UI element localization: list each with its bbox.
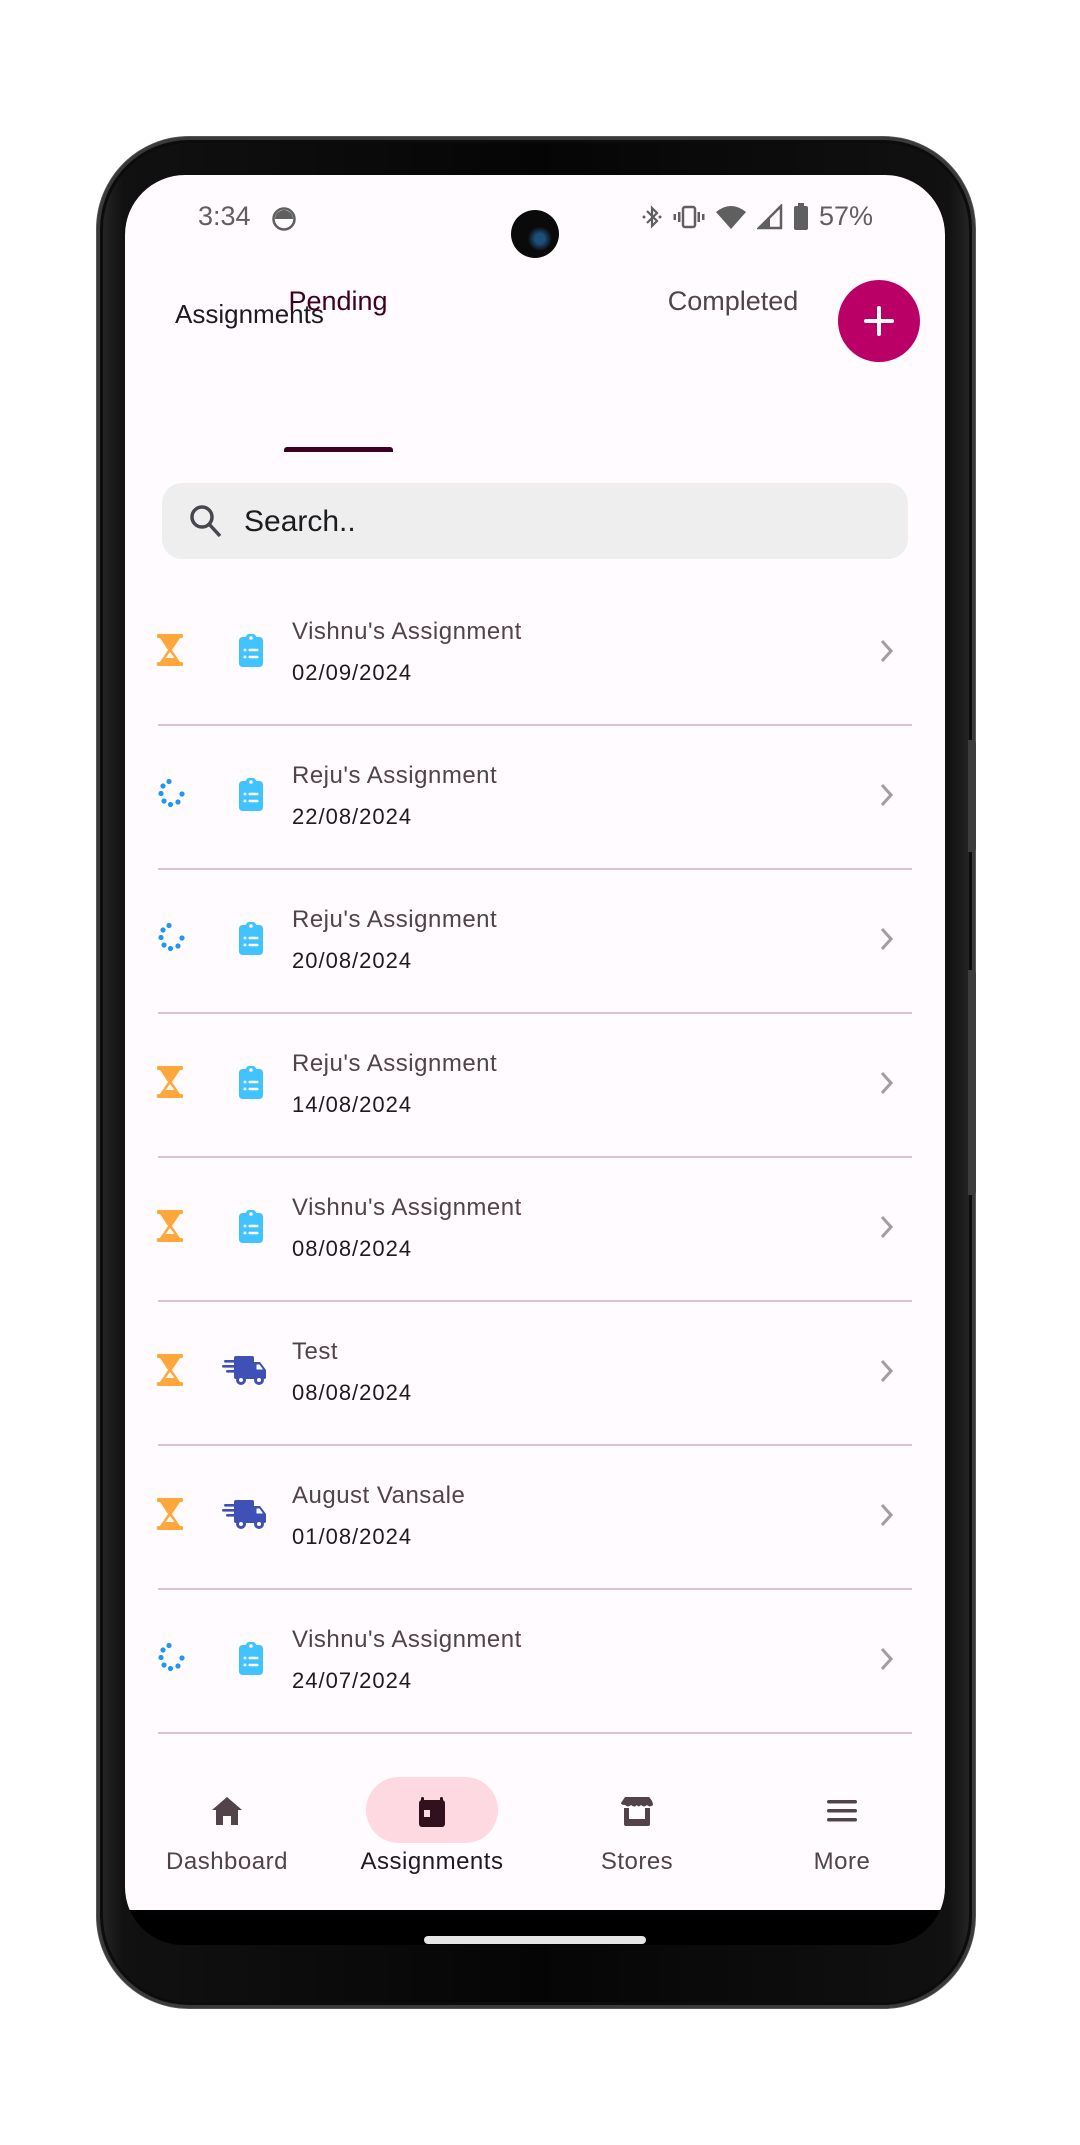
tab-completed[interactable]: Completed bbox=[620, 286, 846, 346]
search-bar[interactable] bbox=[162, 483, 908, 561]
battery-percent: 57% bbox=[818, 201, 873, 231]
delivery-truck-icon bbox=[222, 1352, 268, 1388]
assignment-date: 02/09/2024 bbox=[292, 660, 413, 685]
phone-screen: 3:34 57% Assignments Pending Completed S… bbox=[125, 175, 945, 1945]
clipboard-list-icon bbox=[233, 920, 269, 956]
chevron-right-icon bbox=[880, 1071, 894, 1095]
vibrate-icon bbox=[673, 205, 705, 228]
bluetooth-icon bbox=[642, 204, 662, 229]
assignment-row[interactable]: August Vansale 01/08/2024 bbox=[125, 1446, 945, 1590]
delivery-truck-icon bbox=[222, 1496, 268, 1532]
assignment-date: 20/08/2024 bbox=[292, 948, 413, 973]
status-bar: 3:34 57% bbox=[125, 201, 945, 258]
search-icon bbox=[190, 505, 222, 538]
battery-icon bbox=[793, 202, 808, 230]
tab-completed-label: Completed bbox=[667, 286, 799, 316]
row-divider bbox=[158, 1732, 912, 1734]
assignment-date: 08/08/2024 bbox=[292, 1236, 413, 1261]
hourglass-icon bbox=[155, 1065, 185, 1099]
assignment-title: Reju's Assignment bbox=[292, 762, 498, 789]
bottom-navigation: Dashboard Assignments Stores More bbox=[125, 1750, 945, 1910]
assignment-title: Vishnu's Assignment bbox=[292, 618, 522, 645]
chevron-right-icon bbox=[880, 639, 894, 663]
hourglass-icon bbox=[155, 1209, 185, 1243]
assignment-row[interactable]: Reju's Assignment 20/08/2024 bbox=[125, 870, 945, 1014]
assignment-row[interactable]: Reju's Assignment 22/08/2024 bbox=[125, 726, 945, 870]
active-tab-indicator bbox=[284, 447, 393, 452]
home-indicator[interactable] bbox=[424, 1936, 646, 1944]
clipboard-list-icon bbox=[233, 1064, 269, 1100]
nav-item-more[interactable]: More bbox=[742, 1750, 942, 1910]
hourglass-icon bbox=[155, 633, 185, 667]
assignment-title: Reju's Assignment bbox=[292, 1050, 498, 1077]
assignment-row[interactable]: Vishnu's Assignment 08/08/2024 bbox=[125, 1158, 945, 1302]
home-icon bbox=[212, 1797, 242, 1825]
front-camera bbox=[511, 210, 559, 258]
nav-label: Stores bbox=[600, 1848, 674, 1875]
assignment-row[interactable]: Test 08/08/2024 bbox=[125, 1302, 945, 1446]
nav-label: More bbox=[813, 1848, 871, 1875]
assignment-title: Reju's Assignment bbox=[292, 906, 498, 933]
assignment-date: 14/08/2024 bbox=[292, 1092, 413, 1117]
chevron-right-icon bbox=[880, 927, 894, 951]
calendar-icon bbox=[419, 1797, 445, 1827]
power-button bbox=[968, 740, 976, 852]
chevron-right-icon bbox=[880, 1215, 894, 1239]
storefront-icon bbox=[621, 1797, 653, 1826]
menu-icon bbox=[827, 1800, 857, 1822]
signal-icon bbox=[756, 203, 783, 229]
status-icons: 57% bbox=[641, 201, 873, 232]
plus-icon bbox=[864, 306, 894, 336]
clipboard-list-icon bbox=[233, 1208, 269, 1244]
hourglass-icon bbox=[155, 1497, 185, 1531]
android-face-icon bbox=[272, 207, 296, 231]
loading-dots-icon bbox=[155, 1641, 185, 1675]
assignment-row[interactable]: Vishnu's Assignment 24/07/2024 bbox=[125, 1590, 945, 1734]
search-input[interactable] bbox=[242, 483, 886, 561]
assignment-row[interactable]: Reju's Assignment 14/08/2024 bbox=[125, 1014, 945, 1158]
chevron-right-icon bbox=[880, 783, 894, 807]
chevron-right-icon bbox=[880, 1359, 894, 1383]
status-time: 3:34 bbox=[198, 201, 251, 231]
nav-item-stores[interactable]: Stores bbox=[537, 1750, 737, 1910]
add-assignment-button[interactable] bbox=[838, 280, 920, 362]
nav-item-assignments[interactable]: Assignments bbox=[332, 1750, 532, 1910]
assignment-date: 01/08/2024 bbox=[292, 1524, 413, 1549]
chevron-right-icon bbox=[880, 1647, 894, 1671]
assignment-title: Vishnu's Assignment bbox=[292, 1194, 522, 1221]
assignment-title: August Vansale bbox=[292, 1482, 466, 1509]
loading-dots-icon bbox=[155, 777, 185, 811]
nav-label: Dashboard bbox=[166, 1848, 288, 1875]
assignment-row[interactable]: Vishnu's Assignment 02/09/2024 bbox=[125, 582, 945, 726]
clipboard-list-icon bbox=[233, 1640, 269, 1676]
assignment-title: Vishnu's Assignment bbox=[292, 1626, 522, 1653]
chevron-right-icon bbox=[880, 1503, 894, 1527]
assignment-date: 22/08/2024 bbox=[292, 804, 413, 829]
assignment-date: 24/07/2024 bbox=[292, 1668, 413, 1693]
clipboard-list-icon bbox=[233, 776, 269, 812]
wifi-icon bbox=[715, 205, 746, 229]
nav-label: Assignments bbox=[360, 1848, 504, 1875]
volume-button bbox=[968, 970, 976, 1195]
nav-item-dashboard[interactable]: Dashboard bbox=[127, 1750, 327, 1910]
tab-pending-label: Pending bbox=[288, 286, 388, 316]
app-screen: 3:34 57% Assignments Pending Completed S… bbox=[125, 175, 945, 1910]
assignment-date: 08/08/2024 bbox=[292, 1380, 413, 1405]
loading-dots-icon bbox=[155, 921, 185, 955]
assignment-title: Test bbox=[292, 1338, 339, 1365]
tab-pending[interactable]: Pending bbox=[225, 286, 451, 346]
hourglass-icon bbox=[155, 1353, 185, 1387]
clipboard-list-icon bbox=[233, 632, 269, 668]
